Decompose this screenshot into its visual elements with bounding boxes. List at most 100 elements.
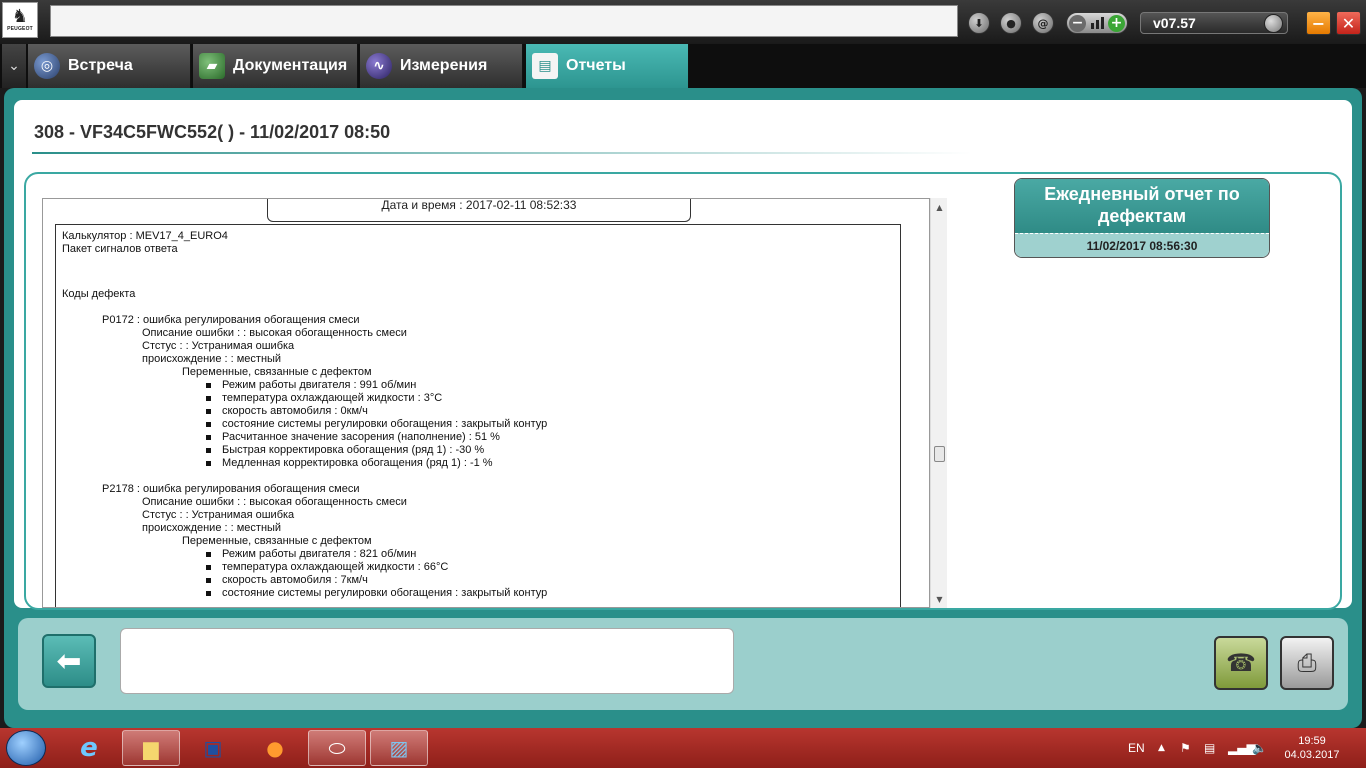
tab-label: Встреча <box>68 57 133 74</box>
scroll-thumb[interactable] <box>934 446 945 462</box>
fault-description: Описание ошибки : : высокая обогащенност… <box>142 496 407 508</box>
phone-icon: ☎ <box>1226 649 1256 677</box>
tab-documentation[interactable]: ▰ Документация <box>193 44 358 88</box>
fault-variable: Расчитанное значение засорения (наполнен… <box>206 431 894 444</box>
logo-text: PEUGEOT <box>7 26 33 32</box>
fault-vars-heading: Переменные, связанные с дефектом <box>182 535 372 547</box>
fault-status: Стстус : : Устранимая ошибка <box>142 340 295 352</box>
chevron-down-icon: ⌄ <box>8 58 20 74</box>
close-button[interactable]: ✕ <box>1336 11 1361 35</box>
daily-defect-report-card[interactable]: Ежедневный отчет по дефектам 11/02/2017 … <box>1014 178 1270 258</box>
version-indicator[interactable]: v07.57 <box>1140 12 1288 34</box>
flag-icon[interactable]: ⚑ <box>1180 728 1191 768</box>
fault-variable: Медленная корректировка обогащения (ряд … <box>206 457 894 470</box>
report-viewer[interactable]: Дата и время : 2017-02-11 08:52:33 Кальк… <box>42 198 930 608</box>
file-explorer-icon[interactable]: ▆ <box>122 730 180 766</box>
bullet-icon <box>206 383 211 388</box>
clock-date: 04.03.2017 <box>1284 749 1340 761</box>
scroll-down-icon[interactable]: ▼ <box>931 592 948 606</box>
version-label: v07.57 <box>1153 15 1196 31</box>
internet-explorer-icon[interactable]: e <box>60 730 118 766</box>
top-bar: ♞ PEUGEOT ⬇ ● @ − + v07.57 − ✕ <box>0 0 1366 44</box>
start-button[interactable] <box>6 730 46 766</box>
main-frame: 308 - VF34C5FWC552( ) - 11/02/2017 08:50… <box>4 88 1362 728</box>
fault-variable: скорость автомобиля : 0км/ч <box>206 405 894 418</box>
fault-variable: температура охлаждающей жидкости : 3°C <box>206 392 894 405</box>
firefox-icon[interactable]: ● <box>246 730 304 766</box>
plus-icon[interactable]: + <box>1108 14 1125 32</box>
tab-reports[interactable]: ▤ Отчеты <box>526 44 689 88</box>
image-viewer-icon[interactable]: ▨ <box>370 730 428 766</box>
windows-taskbar: e ▆ ▣ ● ⬭ ▨ EN ▲ ⚑ ▤ ▂▄▆ 🔈 19:59 04.03.2… <box>0 728 1366 768</box>
bullet-icon <box>206 461 211 466</box>
system-clock[interactable]: 19:59 04.03.2017 <box>1282 734 1342 762</box>
signal-indicator[interactable]: − + <box>1066 12 1128 34</box>
bullet-icon <box>206 422 211 427</box>
tab-label: Отчеты <box>566 57 626 74</box>
fault-title: P2178 : ошибка регулирования обогащения … <box>102 483 360 495</box>
fault-origin: происхождение : : местный <box>142 522 282 534</box>
signal-bars-icon <box>1090 17 1104 29</box>
download-icon[interactable]: ⬇ <box>968 12 990 34</box>
calculator-line: Калькулятор : MEV17_4_EURO4 <box>62 230 228 242</box>
globe-icon: ◎ <box>34 53 60 79</box>
arrow-left-icon: ⬅ <box>56 643 82 679</box>
fault-vars-heading: Переменные, связанные с дефектом <box>182 366 372 378</box>
printer-icon: ⎙ <box>1297 649 1317 677</box>
fault-title: P0172 : ошибка регулирования обогащения … <box>102 314 360 326</box>
fault-variable: Режим работы двигателя : 991 об/мин <box>206 379 894 392</box>
back-button[interactable]: ⬅ <box>42 634 96 688</box>
fault-variable: температура охлаждающей жидкости : 66°C <box>206 561 894 574</box>
minimize-button[interactable]: − <box>1306 11 1331 35</box>
tray-expand-icon[interactable]: ▲ <box>1158 728 1165 768</box>
version-knob-icon[interactable] <box>1264 14 1283 33</box>
codes-heading: Коды дефекта <box>62 288 136 300</box>
content-panel: 308 - VF34C5FWC552( ) - 11/02/2017 08:50… <box>14 100 1352 610</box>
minimize-icon: − <box>1311 13 1326 33</box>
tab-label: Документация <box>233 57 348 74</box>
minus-icon[interactable]: − <box>1069 14 1086 32</box>
report-content: Калькулятор : MEV17_4_EURO4 Пакет сигнал… <box>55 224 901 607</box>
fault-status: Стстус : : Устранимая ошибка <box>142 509 295 521</box>
floppy-disk-icon[interactable]: ▣ <box>184 730 242 766</box>
report-datetime: Дата и время : 2017-02-11 08:52:33 <box>267 199 691 222</box>
clock-time: 19:59 <box>1298 735 1326 747</box>
at-sign-icon[interactable]: @ <box>1032 12 1054 34</box>
bullet-icon <box>206 435 211 440</box>
report-scrollbar[interactable]: ▲ ▼ <box>930 198 947 608</box>
tab-menu-button[interactable]: ⌄ <box>2 44 26 88</box>
tab-meeting[interactable]: ◎ Встреча <box>28 44 191 88</box>
diagnostic-app-icon[interactable]: ⬭ <box>308 730 366 766</box>
packet-line: Пакет сигналов ответа <box>62 243 178 255</box>
user-icon[interactable]: ● <box>1000 12 1022 34</box>
network-device-icon[interactable]: ▤ <box>1204 728 1215 768</box>
vehicle-title: 308 - VF34C5FWC552( ) - 11/02/2017 08:50 <box>34 122 391 142</box>
fault-origin: происхождение : : местный <box>142 353 282 365</box>
fault-variable: Режим работы двигателя : 821 об/мин <box>206 548 894 561</box>
tab-measurements[interactable]: ∿ Измерения <box>360 44 523 88</box>
waveform-icon: ∿ <box>366 53 392 79</box>
volume-icon[interactable]: 🔈 <box>1252 728 1267 768</box>
bullet-icon <box>206 409 211 414</box>
bullet-icon <box>206 578 211 583</box>
bullet-icon <box>206 565 211 570</box>
lion-icon: ♞ <box>11 6 29 27</box>
bullet-icon <box>206 591 211 596</box>
report-icon: ▤ <box>532 53 558 79</box>
address-field[interactable] <box>50 5 958 37</box>
tab-bar: ⌄ ◎ Встреча ▰ Документация ∿ Измерения ▤… <box>0 44 1366 88</box>
print-button[interactable]: ⎙ <box>1280 636 1334 690</box>
title-divider <box>32 152 972 154</box>
bullet-icon <box>206 552 211 557</box>
daily-report-title: Ежедневный отчет по дефектам <box>1015 179 1269 233</box>
daily-report-date: 11/02/2017 08:56:30 <box>1015 233 1269 257</box>
fault-variable: состояние системы регулировки обогащения… <box>206 587 894 600</box>
fault-description: Описание ошибки : : высокая обогащенност… <box>142 327 407 339</box>
bottom-toolbar: ⬅ ☎ ⎙ <box>18 618 1348 710</box>
bullet-icon <box>206 448 211 453</box>
scroll-up-icon[interactable]: ▲ <box>931 200 948 214</box>
language-indicator[interactable]: EN <box>1128 728 1145 768</box>
close-icon: ✕ <box>1341 13 1356 33</box>
phone-button[interactable]: ☎ <box>1214 636 1268 690</box>
message-field <box>120 628 734 694</box>
